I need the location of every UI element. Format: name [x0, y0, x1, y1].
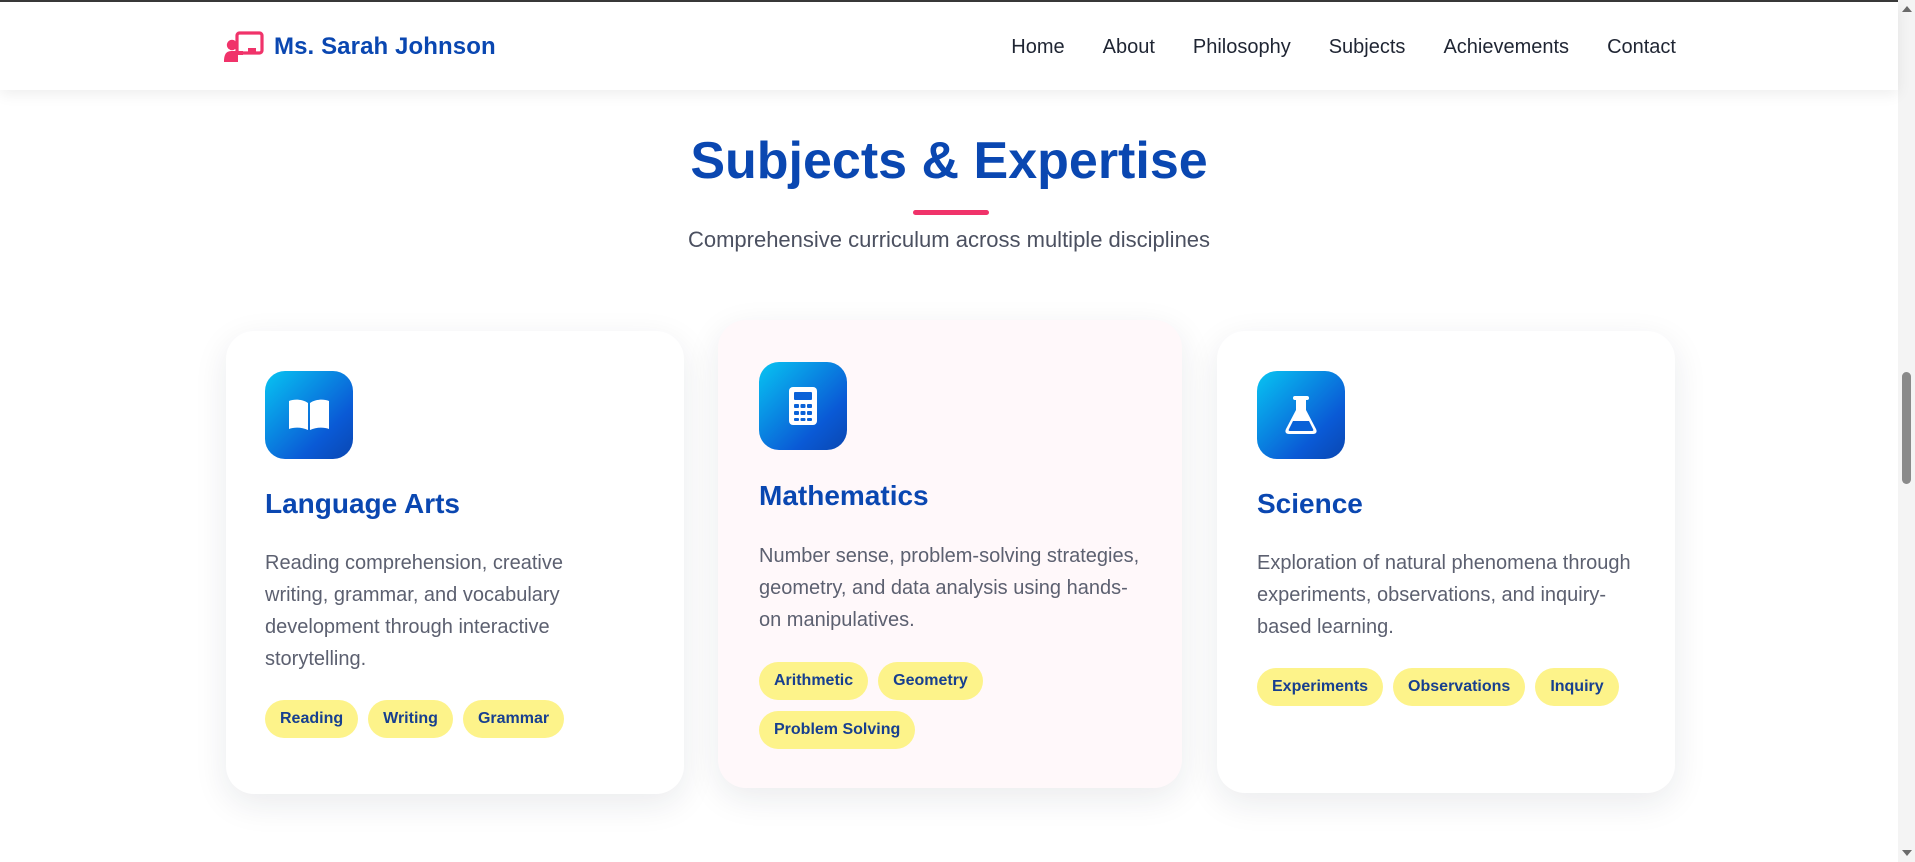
- page-scrollbar[interactable]: [1898, 0, 1915, 862]
- site-header: Ms. Sarah Johnson Home About Philosophy …: [0, 2, 1898, 90]
- card-title: Mathematics: [759, 480, 929, 511]
- calculator-icon: [789, 387, 817, 425]
- title-underline: [913, 210, 989, 215]
- book-open-icon: [289, 399, 329, 430]
- nav-link-achievements[interactable]: Achievements: [1443, 32, 1569, 62]
- nav-link-philosophy[interactable]: Philosophy: [1193, 32, 1291, 62]
- tag-inquiry: Inquiry: [1535, 668, 1619, 706]
- scroll-thumb[interactable]: [1902, 372, 1911, 484]
- card-icon-box: [1257, 371, 1345, 459]
- nav-link-subjects[interactable]: Subjects: [1329, 32, 1406, 62]
- section-title: Subjects & Expertise: [690, 132, 1208, 190]
- card-icon-box: [759, 362, 847, 450]
- brand-logo[interactable]: Ms. Sarah Johnson: [224, 29, 496, 65]
- tag-list: Arithmetic Geometry Problem Solving: [759, 662, 1029, 749]
- card-description: Exploration of natural phenomena through…: [1257, 552, 1631, 638]
- nav-link-home[interactable]: Home: [1011, 32, 1064, 62]
- subject-card-language-arts: Language Arts Reading comprehension, cre…: [226, 331, 684, 794]
- nav-link-contact[interactable]: Contact: [1607, 32, 1676, 62]
- card-title: Language Arts: [265, 488, 460, 519]
- card-description: Reading comprehension, creative writing,…: [265, 552, 563, 670]
- chalkboard-teacher-icon: [224, 31, 264, 62]
- tag-list: Reading Writing Grammar: [265, 700, 655, 738]
- card-title: Science: [1257, 488, 1363, 519]
- subject-card-science: Science Exploration of natural phenomena…: [1217, 331, 1675, 793]
- tag-experiments: Experiments: [1257, 668, 1384, 706]
- tag-writing: Writing: [368, 700, 453, 738]
- main-nav: Home About Philosophy Subjects Achieveme…: [1011, 32, 1676, 62]
- flask-icon: [1285, 396, 1317, 434]
- nav-link-about[interactable]: About: [1103, 32, 1155, 62]
- tag-geometry: Geometry: [878, 662, 983, 700]
- card-icon-box: [265, 371, 353, 459]
- brand-name: Ms. Sarah Johnson: [274, 33, 496, 60]
- tag-observations: Observations: [1393, 668, 1526, 706]
- tag-arithmetic: Arithmetic: [759, 662, 869, 700]
- section-subtitle: Comprehensive curriculum across multiple…: [687, 227, 1211, 252]
- scroll-down-arrow-icon[interactable]: [1902, 850, 1912, 856]
- scroll-up-arrow-icon[interactable]: [1902, 6, 1912, 12]
- card-description: Number sense, problem-solving strategies…: [759, 545, 1140, 631]
- tag-problem-solving: Problem Solving: [759, 711, 916, 749]
- tag-reading: Reading: [265, 700, 359, 738]
- subject-card-mathematics: Mathematics Number sense, problem-solvin…: [718, 320, 1182, 788]
- tag-grammar: Grammar: [462, 700, 565, 738]
- tag-list: Experiments Observations Inquiry: [1257, 668, 1657, 706]
